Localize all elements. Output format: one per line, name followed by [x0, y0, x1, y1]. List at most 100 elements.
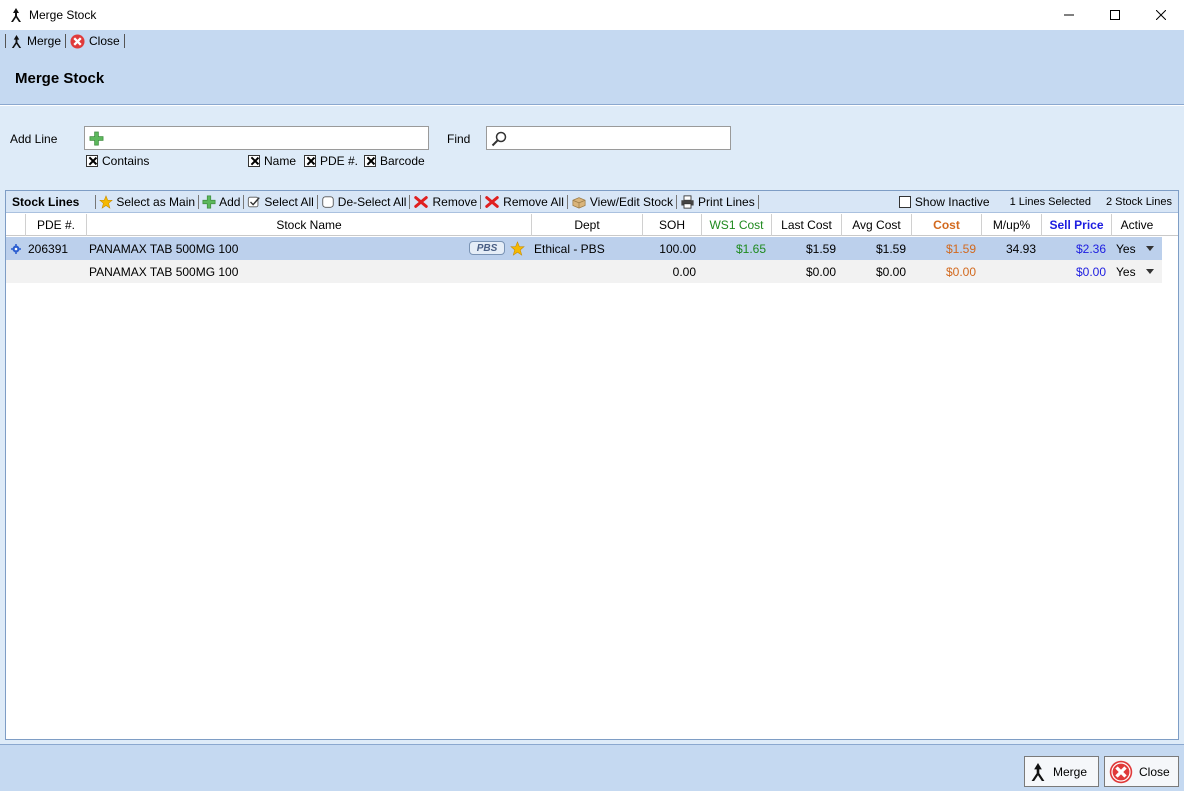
chevron-down-icon — [1146, 246, 1154, 251]
select-all-button[interactable]: Select All — [244, 195, 316, 209]
select-as-main-button[interactable]: Select as Main — [96, 195, 198, 209]
quick-toolbar: Merge Close — [0, 30, 1184, 52]
add-line-input[interactable] — [84, 126, 429, 150]
find-label: Find — [447, 132, 471, 146]
remove-button[interactable]: Remove — [410, 195, 480, 209]
select-all-label: Select All — [264, 194, 314, 209]
column-header-last-cost[interactable]: Last Cost — [772, 214, 842, 236]
cell-active-dropdown[interactable]: Yes — [1112, 237, 1162, 260]
name-option[interactable]: Name — [248, 154, 296, 168]
checkbox-empty-icon — [322, 195, 334, 208]
toolbar-merge-button[interactable]: Merge — [7, 31, 64, 51]
column-header-markup[interactable]: M/up% — [982, 214, 1042, 236]
main-line-gear-icon — [11, 243, 21, 254]
stock-lines-panel: Stock Lines Select as Main Add Select Al… — [5, 190, 1179, 740]
window-close-button[interactable] — [1138, 0, 1184, 30]
pde-option[interactable]: PDE #. — [304, 154, 358, 168]
active-value: Yes — [1116, 264, 1136, 279]
column-header-active[interactable]: Active — [1112, 214, 1162, 236]
merge-icon — [11, 34, 22, 48]
deselect-all-button[interactable]: De-Select All — [318, 195, 410, 209]
cell-ws1-cost — [702, 260, 772, 283]
window-title: Merge Stock — [29, 8, 97, 22]
toolbar-merge-label: Merge — [27, 34, 62, 48]
show-inactive-checkbox[interactable] — [898, 196, 911, 208]
table-row[interactable]: 206391 PANAMAX TAB 500MG 100 PBS Ethical… — [6, 237, 1162, 260]
cell-sell-price: $2.36 — [1075, 241, 1106, 256]
merge-icon — [1031, 762, 1045, 781]
column-header-avg-cost[interactable]: Avg Cost — [842, 214, 912, 236]
merge-button[interactable]: Merge — [1024, 756, 1099, 787]
barcode-checkbox[interactable] — [364, 155, 376, 167]
close-button[interactable]: Close — [1104, 756, 1179, 787]
cell-cost: $1.59 — [945, 241, 976, 256]
cell-pde — [26, 260, 87, 283]
find-input[interactable] — [486, 126, 731, 150]
barcode-option[interactable]: Barcode — [364, 154, 425, 168]
main-star-icon — [510, 241, 525, 256]
pde-checkbox[interactable] — [304, 155, 316, 167]
contains-checkbox[interactable] — [86, 155, 98, 167]
column-header-cost[interactable]: Cost — [912, 214, 982, 236]
name-checkbox[interactable] — [248, 155, 260, 167]
add-line-button[interactable]: Add — [199, 195, 243, 209]
minimize-button[interactable] — [1046, 0, 1092, 30]
chevron-down-icon — [1146, 269, 1154, 274]
column-header-sell-price[interactable]: Sell Price — [1042, 214, 1112, 236]
star-icon — [99, 194, 114, 209]
cell-dept — [532, 260, 643, 283]
cell-soh: 100.00 — [659, 241, 696, 256]
show-inactive-option[interactable]: Show Inactive — [898, 195, 990, 209]
column-header-pde[interactable]: PDE #. — [26, 214, 87, 236]
cell-pde: 206391 — [28, 241, 69, 256]
row-indicator — [6, 260, 26, 283]
close-icon — [1156, 10, 1166, 20]
stock-lines-toolbar: Stock Lines Select as Main Add Select Al… — [6, 191, 1178, 213]
column-header-row: PDE #. Stock Name Dept SOH WS1 Cost Last… — [6, 214, 1178, 236]
column-header-stock-name[interactable]: Stock Name — [87, 214, 532, 236]
cell-dept: Ethical - PBS — [534, 241, 605, 256]
plus-icon — [89, 131, 104, 146]
contains-option[interactable]: Contains — [86, 154, 149, 168]
pde-label: PDE #. — [320, 154, 359, 168]
red-x-icon — [485, 195, 499, 208]
remove-all-button[interactable]: Remove All — [481, 195, 567, 209]
select-as-main-label: Select as Main — [116, 194, 196, 209]
printer-icon — [681, 194, 694, 209]
maximize-button[interactable] — [1092, 0, 1138, 30]
view-edit-stock-button[interactable]: View/Edit Stock — [568, 195, 676, 209]
row-indicator — [6, 237, 26, 260]
cell-stock-name: PANAMAX TAB 500MG 100 PBS — [87, 237, 532, 260]
add-label: Add — [219, 194, 241, 209]
remove-label: Remove — [432, 194, 478, 209]
form-area: Add Line Find Contains Name PDE #. Barco… — [0, 106, 1184, 744]
print-lines-button[interactable]: Print Lines — [677, 195, 758, 209]
title-bar: Merge Stock — [0, 0, 1184, 30]
cell-markup: 34.93 — [1005, 241, 1036, 256]
cell-soh: 0.00 — [672, 264, 696, 279]
merge-button-label: Merge — [1053, 764, 1088, 779]
remove-all-label: Remove All — [503, 194, 564, 209]
view-edit-stock-label: View/Edit Stock — [589, 194, 674, 209]
page-title: Merge Stock — [15, 70, 105, 87]
column-header-soh[interactable]: SOH — [643, 214, 702, 236]
cell-ws1-cost: $1.65 — [735, 241, 766, 256]
column-header-ws1-cost[interactable]: WS1 Cost — [702, 214, 772, 236]
cell-avg-cost: $1.59 — [875, 241, 906, 256]
toolbar-close-button[interactable]: Close — [67, 31, 123, 51]
contains-label: Contains — [102, 154, 150, 168]
row-indicator-header — [6, 214, 26, 236]
close-circle-icon — [1109, 760, 1133, 783]
maximize-icon — [1110, 10, 1120, 20]
stock-box-icon — [572, 196, 586, 209]
plus-icon — [202, 195, 216, 208]
table-row[interactable]: PANAMAX TAB 500MG 100 0.00 $0.00 $0.00 $… — [6, 260, 1162, 283]
bottom-action-bar: Merge Close — [0, 744, 1184, 791]
cell-last-cost: $0.00 — [805, 264, 836, 279]
cell-active-dropdown[interactable]: Yes — [1112, 260, 1162, 283]
cell-last-cost: $1.59 — [805, 241, 836, 256]
column-header-dept[interactable]: Dept — [532, 214, 643, 236]
close-button-label: Close — [1139, 764, 1170, 779]
cell-sell-price: $0.00 — [1075, 264, 1106, 279]
lines-selected-count: 1 Lines Selected — [1009, 196, 1091, 208]
